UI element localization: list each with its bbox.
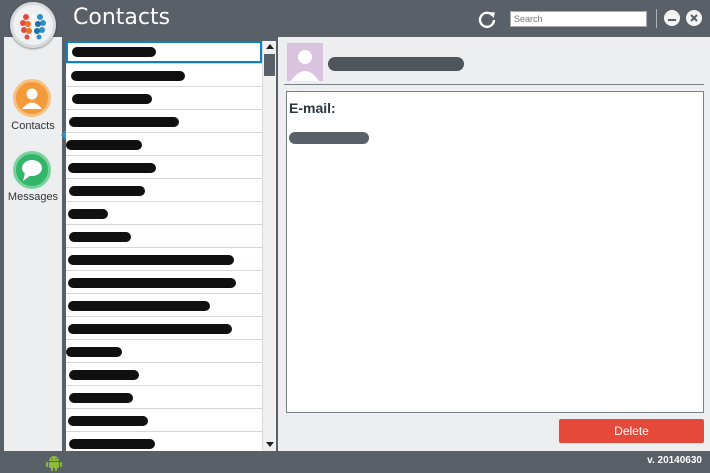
list-item[interactable] [66,179,262,202]
contact-list [66,41,262,451]
app-window: Contacts C [0,0,710,473]
list-item[interactable] [66,294,262,317]
redacted-email [289,132,369,144]
scroll-down-arrow-icon[interactable] [266,442,274,447]
list-item[interactable] [66,133,262,156]
person-placeholder-icon [291,50,319,81]
redacted-name [69,439,155,449]
redacted-name [68,163,156,173]
redacted-contact-name [328,57,464,71]
redacted-name [69,232,131,242]
redacted-name [69,393,133,403]
close-button[interactable] [686,10,702,26]
title-separator [656,9,657,28]
list-scrollbar[interactable] [262,41,276,451]
redacted-name [68,209,108,219]
redacted-name [69,186,145,196]
sidebar-item-messages[interactable]: Messages [4,137,62,207]
contact-info-box: E-mail: [286,91,704,413]
contact-detail-panel: E-mail: Delete [278,37,710,451]
chat-bubble-icon [13,151,51,189]
list-item[interactable] [66,363,262,386]
search-input[interactable] [510,11,647,27]
redacted-name [68,278,236,288]
redacted-name [68,301,210,311]
list-item[interactable] [66,340,262,363]
window-title: Contacts [73,5,171,30]
redacted-name [72,47,156,57]
minimize-button[interactable] [664,10,680,26]
redacted-name [71,71,185,81]
brain-logo-icon [10,2,56,48]
list-item[interactable] [66,271,262,294]
sidebar-item-contacts[interactable]: Contacts [4,37,62,137]
redacted-name [69,370,139,380]
close-icon [690,14,698,22]
email-label: E-mail: [289,100,336,116]
redacted-name [72,94,152,104]
redacted-name [68,255,234,265]
redacted-name [66,140,142,150]
sidebar-item-label: Messages [7,191,59,203]
list-item[interactable] [66,409,262,432]
sidebar-item-label: Contacts [11,120,55,132]
scroll-thumb[interactable] [264,54,275,76]
version-label: v. 20140630 [647,455,702,466]
list-item[interactable] [66,248,262,271]
redacted-name [66,347,122,357]
list-item[interactable] [66,386,262,409]
list-item[interactable] [66,87,262,110]
status-bar: v. 20140630 [0,451,710,473]
person-icon [13,79,51,117]
list-item[interactable] [66,156,262,179]
list-item[interactable] [66,225,262,248]
list-item[interactable] [66,202,262,225]
list-item[interactable] [66,317,262,340]
delete-button[interactable]: Delete [559,419,704,443]
redacted-name [68,324,232,334]
minimize-icon [668,19,676,21]
avatar [287,43,323,81]
android-icon [45,454,63,471]
title-bar: Contacts [0,0,710,48]
redacted-name [68,416,148,426]
sidebar-nav: Contacts Messages [4,37,67,451]
scroll-up-arrow-icon[interactable] [266,44,274,49]
list-item-selected[interactable] [66,41,262,64]
list-item[interactable] [66,110,262,133]
refresh-icon[interactable] [477,9,497,29]
list-item[interactable] [66,432,262,451]
detail-divider [284,84,704,85]
redacted-name [69,117,179,127]
list-item[interactable] [66,64,262,87]
